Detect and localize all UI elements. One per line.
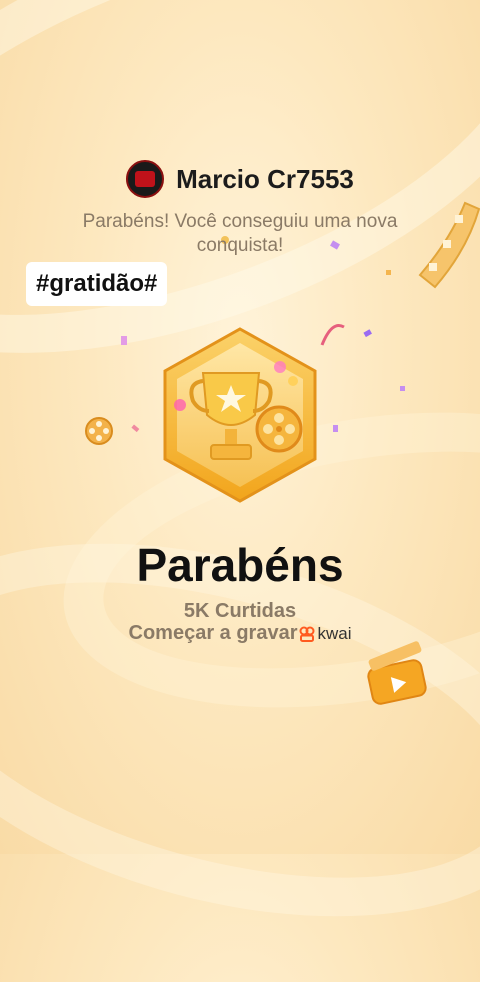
user-header: Marcio Cr7553 bbox=[0, 160, 480, 198]
achievement-title: Parabéns bbox=[136, 539, 344, 591]
film-reel-icon bbox=[85, 417, 113, 445]
clapperboard-icon bbox=[367, 641, 427, 705]
record-text: Começar a gravar bbox=[128, 622, 298, 644]
avatar[interactable] bbox=[126, 160, 165, 198]
record-cta[interactable]: Começar a gravar kwai bbox=[0, 622, 480, 645]
brand-name: kwai bbox=[317, 623, 352, 643]
hashtag-label[interactable]: #gratidão# bbox=[26, 262, 168, 306]
trophy-badge-icon bbox=[163, 327, 317, 503]
likes-count: 5K Curtidas bbox=[183, 600, 297, 622]
kwai-logo: kwai bbox=[299, 623, 352, 644]
achievement-message: Parabéns! Você conseguiu uma nova conqui… bbox=[82, 211, 398, 256]
kwai-logo-icon bbox=[299, 626, 315, 642]
username: Marcio Cr7553 bbox=[176, 163, 354, 194]
